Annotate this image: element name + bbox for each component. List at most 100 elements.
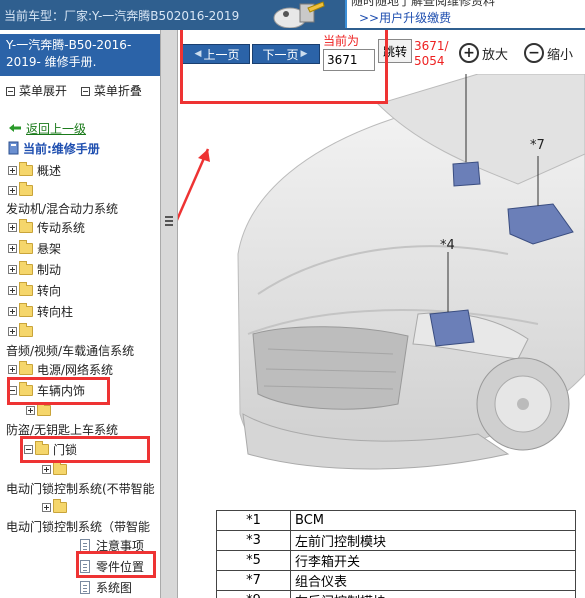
tree-item-lock-smart[interactable]: 电动门锁控制系统（带智能 — [6, 516, 150, 536]
zoom-out-label: 缩小 — [547, 47, 574, 63]
tree-item-label: 发动机/混合动力系统 — [6, 201, 119, 216]
back-up-link-row[interactable]: 返回上一级 — [8, 118, 86, 138]
callout-label: *7 — [530, 138, 545, 153]
tree-item-lock-no-smart[interactable]: 电动门锁控制系统(不带智能 — [6, 478, 155, 498]
part-code: *7 — [216, 570, 291, 591]
table-row: *9左后门控制模块 — [216, 590, 576, 598]
zoom-in-button[interactable]: + 放大 — [459, 42, 508, 64]
square-icon — [80, 87, 90, 96]
tree-item-label: 电动门锁控制系统（带智能 — [6, 519, 151, 534]
grip-icon[interactable] — [165, 216, 173, 226]
promo-banner: 随时随地了解查阅维修资料 >>用户升级缴费 — [345, 0, 585, 28]
plus-icon[interactable] — [42, 464, 51, 474]
plus-icon[interactable] — [26, 405, 35, 415]
document-icon — [80, 580, 90, 594]
highlight-toolbar — [180, 30, 388, 104]
folder-icon — [19, 322, 33, 337]
tree-item-steering-column[interactable]: 转向柱 — [8, 301, 73, 321]
tree-item-drivetrain[interactable]: 传动系统 — [8, 217, 85, 237]
callout-label: *4 — [440, 238, 455, 253]
vehicle-value: 厂家:Y-一汽奔腾B502016-2019 — [64, 9, 240, 23]
plus-icon[interactable] — [8, 264, 17, 274]
plus-icon[interactable] — [8, 326, 17, 336]
part-name: 行李箱开关 — [290, 550, 576, 571]
tree-item-label: 概述 — [37, 163, 62, 178]
panel-splitter[interactable] — [160, 30, 178, 598]
menu-expand-button[interactable]: 菜单展开 — [6, 84, 67, 98]
page-current: 3671/ — [414, 39, 449, 53]
book-icon — [8, 141, 19, 155]
car-illustration: *7 *4 — [178, 74, 585, 508]
tree-item-label: 转向柱 — [37, 304, 74, 319]
table-row: *5 行李箱开关 — [216, 550, 576, 571]
part-name: 左后门控制模块 — [290, 590, 576, 598]
table-row: *1 BCM — [216, 510, 576, 531]
tree-item-steering[interactable]: 转向 — [8, 280, 61, 300]
tree-item-label: 系统图 — [96, 580, 133, 595]
tree-item-suspension[interactable]: 悬架 — [8, 238, 61, 258]
tree-item-blank-5[interactable] — [42, 497, 71, 517]
tree-item-label: 悬架 — [37, 241, 62, 256]
part-name: 左前门控制模块 — [290, 530, 576, 551]
tree-item-power-network[interactable]: 电源/网络系统 — [8, 359, 113, 379]
folder-icon — [19, 181, 33, 196]
back-up-link[interactable]: 返回上一级 — [26, 120, 86, 137]
folder-icon — [53, 498, 67, 513]
zoom-in-icon: + — [459, 43, 479, 63]
tree-item-label: 制动 — [37, 262, 62, 277]
plus-icon[interactable] — [8, 222, 17, 232]
vehicle-model-line: 当前车型：厂家:Y-一汽奔腾B502016-2019 — [4, 7, 239, 24]
part-code: *5 — [216, 550, 291, 571]
plus-icon[interactable] — [42, 502, 51, 512]
document-view: ◀上一页 下一页▶ 当前为 跳转 3671/ 5054 +放大 −缩小 — [178, 30, 585, 598]
page-count: 3671/ 5054 — [414, 39, 449, 69]
back-arrow-icon — [9, 124, 21, 132]
top-header: 当前车型：厂家:Y-一汽奔腾B502016-2019 随时随地了解查阅维修资料 … — [0, 0, 585, 30]
parts-table: *1BCM*3左前门控制模块*5行李箱开关*7组合仪表*9左后门控制模块 — [216, 510, 576, 598]
tree-item-brakes[interactable]: 制动 — [8, 259, 61, 279]
car-drawing — [178, 74, 585, 470]
highlight-interior — [7, 377, 110, 405]
plus-icon[interactable] — [8, 285, 17, 295]
plus-icon[interactable] — [8, 185, 17, 195]
part-code: *1 — [216, 510, 291, 531]
folder-icon — [19, 302, 33, 317]
zoom-in-label: 放大 — [482, 47, 509, 63]
current-location-row: 当前:维修手册 — [8, 138, 100, 158]
part-name: BCM — [290, 510, 576, 531]
part-name: 组合仪表 — [290, 570, 576, 591]
part-code: *3 — [216, 530, 291, 551]
tree-item-label: 防盗/无钥匙上车系统 — [6, 422, 119, 437]
zoom-out-button[interactable]: − 缩小 — [524, 42, 573, 64]
menu-collapse-button[interactable]: 菜单折叠 — [80, 84, 142, 98]
plus-icon[interactable] — [8, 243, 17, 253]
folder-icon — [19, 218, 33, 233]
folder-icon — [19, 360, 33, 375]
menu-controls: 菜单展开 菜单折叠 — [6, 82, 152, 99]
tree-item-overview[interactable]: 概述 — [8, 160, 61, 180]
tree-item-engine[interactable]: 发动机/混合动力系统 — [6, 198, 118, 218]
square-icon — [6, 87, 15, 96]
table-row: *3 左前门控制模块 — [216, 530, 576, 551]
folder-icon — [19, 260, 33, 275]
tree-item-audio[interactable]: 音频/视频/车载通信系统 — [6, 340, 134, 360]
plus-icon[interactable] — [8, 306, 17, 316]
highlight-door-lock — [20, 436, 150, 463]
plus-icon[interactable] — [8, 165, 17, 175]
tree-item-blank-1[interactable] — [8, 180, 37, 200]
folder-icon — [19, 161, 33, 176]
tree-item-label: 电动门锁控制系统(不带智能 — [6, 481, 155, 496]
tree-item-blank-2[interactable] — [8, 321, 37, 341]
table-row: *7 组合仪表 — [216, 570, 576, 591]
part-code: *9 — [216, 590, 291, 598]
manual-title: Y-一汽奔腾-B50-2016-2019- 维修手册. — [0, 34, 160, 76]
vehicle-label: 当前车型： — [4, 9, 65, 23]
folder-icon — [37, 401, 51, 416]
highlight-parts-location — [76, 551, 156, 578]
plus-icon[interactable] — [8, 364, 17, 374]
upgrade-payment-link[interactable]: >>用户升级缴费 — [359, 9, 451, 26]
zoom-out-icon: − — [524, 43, 544, 63]
folder-icon — [53, 460, 67, 475]
tree-item-system-diagram[interactable]: 系统图 — [80, 577, 132, 597]
tree-item-label: 音频/视频/车载通信系统 — [6, 343, 135, 358]
